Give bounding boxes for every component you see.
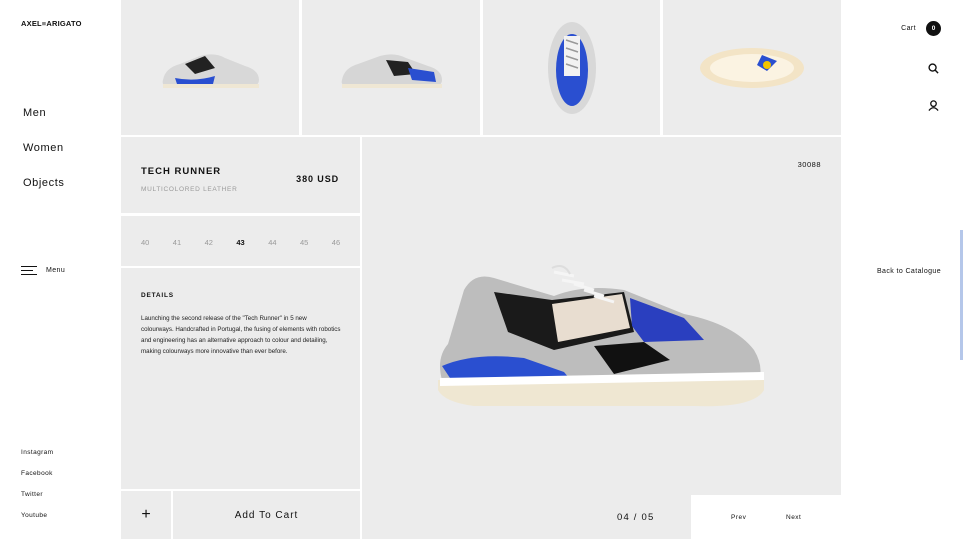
- thumbnail-strip: [121, 0, 841, 135]
- nav-item-women[interactable]: Women: [23, 142, 65, 177]
- main-nav: Men Women Objects: [23, 107, 65, 212]
- sneaker-side-alt-thumb: [341, 53, 442, 88]
- thumbnail-4[interactable]: [663, 0, 841, 135]
- size-option-46[interactable]: 46: [332, 238, 364, 247]
- size-option-40[interactable]: 40: [141, 238, 173, 247]
- cart-count-badge: 0: [926, 21, 941, 36]
- brand-logo[interactable]: AXEL≡ARIGATO: [21, 19, 82, 28]
- thumbnail-1[interactable]: [121, 0, 299, 135]
- user-icon[interactable]: [928, 100, 939, 111]
- size-selector: 40 41 42 43 44 45 46: [121, 216, 360, 266]
- size-option-43-selected[interactable]: 43: [236, 238, 268, 247]
- details-panel: DETAILS Launching the second release of …: [121, 268, 360, 489]
- size-option-41[interactable]: 41: [173, 238, 205, 247]
- sneaker-sole-thumb: [700, 47, 804, 88]
- product-price: 380 USD: [296, 174, 339, 184]
- cart-button[interactable]: Cart 0: [901, 21, 941, 36]
- right-column: Cart 0 Back to Catalogue: [841, 0, 963, 539]
- left-sidebar: AXEL≡ARIGATO Men Women Objects Menu Inst…: [0, 0, 121, 539]
- search-icon[interactable]: [928, 63, 939, 74]
- thumbnail-2[interactable]: [302, 0, 480, 135]
- nav-item-objects[interactable]: Objects: [23, 177, 65, 212]
- social-link-youtube[interactable]: Youtube: [21, 512, 54, 533]
- menu-label: Menu: [46, 267, 66, 274]
- social-link-instagram[interactable]: Instagram: [21, 449, 54, 470]
- sneaker-main-image: [438, 265, 764, 407]
- image-counter: 04 / 05: [617, 512, 655, 523]
- thumbnail-3[interactable]: [483, 0, 660, 135]
- social-link-twitter[interactable]: Twitter: [21, 491, 54, 512]
- nav-item-men[interactable]: Men: [23, 107, 65, 142]
- sneaker-top-thumb: [547, 21, 596, 114]
- social-links: Instagram Facebook Twitter Youtube: [21, 449, 54, 533]
- add-to-cart-button[interactable]: Add To Cart: [173, 491, 360, 539]
- plus-button[interactable]: +: [121, 491, 171, 539]
- details-text: Launching the second release of the "Tec…: [141, 315, 341, 355]
- product-name: TECH RUNNER: [141, 166, 222, 177]
- sneaker-side-thumb: [162, 53, 259, 88]
- hamburger-icon: [21, 266, 37, 276]
- cart-label: Cart: [901, 25, 916, 32]
- size-option-44[interactable]: 44: [268, 238, 300, 247]
- prev-button[interactable]: Prev: [731, 514, 746, 521]
- size-option-42[interactable]: 42: [205, 238, 237, 247]
- product-info-panel: TECH RUNNER MULTICOLORED LEATHER 380 USD: [121, 137, 360, 213]
- product-material: MULTICOLORED LEATHER: [141, 186, 238, 193]
- details-heading: DETAILS: [141, 292, 174, 299]
- product-sku: 30088: [797, 160, 821, 169]
- main-product-image: 30088: [362, 137, 841, 495]
- social-link-facebook[interactable]: Facebook: [21, 470, 54, 491]
- menu-button[interactable]: Menu: [21, 266, 66, 276]
- size-option-45[interactable]: 45: [300, 238, 332, 247]
- next-button[interactable]: Next: [786, 514, 801, 521]
- pager: Prev Next: [691, 495, 841, 539]
- back-to-catalogue-link[interactable]: Back to Catalogue: [877, 268, 941, 275]
